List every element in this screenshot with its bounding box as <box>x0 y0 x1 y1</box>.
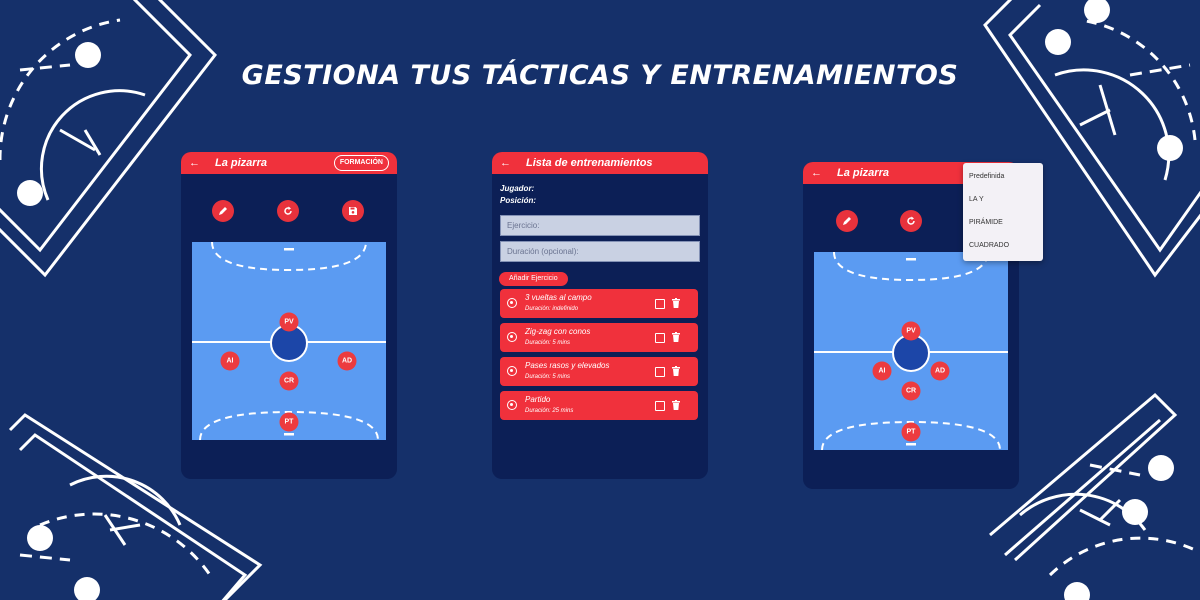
save-icon <box>349 207 357 215</box>
exercise-duration: Duración: indefinido <box>525 306 579 312</box>
arrow-left-icon[interactable]: ← <box>189 157 201 169</box>
exercise-input[interactable]: Ejercicio: <box>500 215 700 236</box>
refresh-icon <box>907 216 915 225</box>
menu-item-piramide[interactable]: PIRÁMIDE <box>969 219 1003 226</box>
player-token[interactable]: CR <box>901 381 921 401</box>
save-button[interactable] <box>342 200 364 222</box>
trash-icon[interactable] <box>672 366 680 376</box>
formation-button[interactable]: FORMACIÓN <box>333 155 389 171</box>
player-token[interactable]: AI <box>220 351 240 371</box>
player-token[interactable]: PV <box>901 321 921 341</box>
app-bar-title: Lista de entrenamientos <box>526 157 653 169</box>
ball-icon <box>507 366 517 376</box>
player-token[interactable]: PV <box>279 312 299 332</box>
court[interactable]: PV AI AD CR PT <box>814 252 1008 450</box>
arrow-left-icon[interactable]: ← <box>500 157 512 169</box>
app-bar: ← La pizarra FORMACIÓN <box>181 152 397 174</box>
exercise-name: 3 vueltas al campo <box>525 293 592 302</box>
exercise-name: Pases rasos y elevados <box>525 361 610 370</box>
exercise-name: Partido <box>525 395 551 404</box>
list-item[interactable]: Zig-zag con conos Duración: 5 mins <box>500 323 698 352</box>
position-label: Posición: <box>500 196 537 205</box>
pencil-icon <box>219 207 227 215</box>
app-bar-title: La pizarra <box>837 167 889 179</box>
menu-item-cuadrado[interactable]: CUADRADO <box>969 242 1009 249</box>
duration-input[interactable]: Duración (opcional): <box>500 241 700 262</box>
exercise-duration: Duración: 5 mins <box>525 340 571 346</box>
trash-icon[interactable] <box>672 332 680 342</box>
checkbox[interactable] <box>655 367 665 377</box>
exercise-name: Zig-zag con conos <box>525 327 591 336</box>
player-token[interactable]: PT <box>279 412 299 432</box>
menu-item-predefinida[interactable]: Predefinida <box>969 173 1004 180</box>
formation-menu: Predefinida LA Y PIRÁMIDE CUADRADO <box>963 163 1043 261</box>
player-label: Jugador: <box>500 184 535 193</box>
arrow-left-icon[interactable]: ← <box>811 167 823 179</box>
edit-button[interactable] <box>836 210 858 232</box>
menu-item-la-y[interactable]: LA Y <box>969 196 984 203</box>
exercise-duration: Duración: 5 mins <box>525 374 571 380</box>
court[interactable]: PV AI AD CR PT <box>192 242 386 440</box>
reset-button[interactable] <box>277 200 299 222</box>
list-item[interactable]: Partido Duración: 25 mins <box>500 391 698 420</box>
player-token[interactable]: AD <box>930 361 950 381</box>
checkbox[interactable] <box>655 299 665 309</box>
edit-button[interactable] <box>212 200 234 222</box>
player-token[interactable]: CR <box>279 371 299 391</box>
phone-pizarra: ← La pizarra FORMACIÓN PV AI AD CR PT <box>181 152 397 479</box>
refresh-icon <box>284 206 292 215</box>
ball-icon <box>507 332 517 342</box>
list-item[interactable]: Pases rasos y elevados Duración: 5 mins <box>500 357 698 386</box>
exercise-duration: Duración: 25 mins <box>525 408 574 414</box>
pencil-icon <box>843 217 851 225</box>
player-token[interactable]: AD <box>337 351 357 371</box>
ball-icon <box>507 400 517 410</box>
court-lines <box>192 242 386 440</box>
app-bar: ← Lista de entrenamientos <box>492 152 708 174</box>
trash-icon[interactable] <box>672 400 680 410</box>
checkbox[interactable] <box>655 401 665 411</box>
trash-icon[interactable] <box>672 298 680 308</box>
headline: GESTIONA TUS TÁCTICAS Y ENTRENAMIENTOS <box>241 60 959 91</box>
reset-button[interactable] <box>900 210 922 232</box>
phone-entrenamientos: ← Lista de entrenamientos Jugador: Posic… <box>492 152 708 479</box>
app-bar-title: La pizarra <box>215 157 267 169</box>
list-item[interactable]: 3 vueltas al campo Duración: indefinido <box>500 289 698 318</box>
add-exercise-button[interactable]: Añadir Ejercicio <box>499 272 568 286</box>
checkbox[interactable] <box>655 333 665 343</box>
player-token[interactable]: AI <box>872 361 892 381</box>
court-lines <box>814 252 1008 450</box>
player-token[interactable]: PT <box>901 422 921 442</box>
ball-icon <box>507 298 517 308</box>
